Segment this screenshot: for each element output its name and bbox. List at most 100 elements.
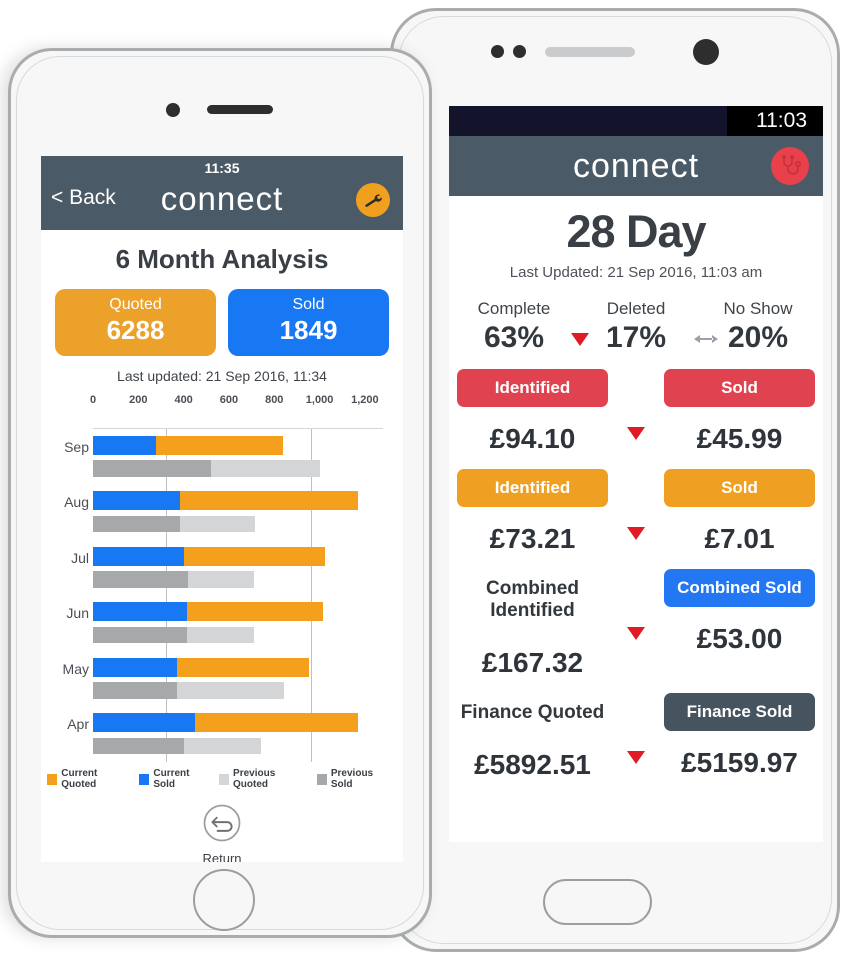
chart-legend: Current Quoted Current Sold Previous Quo… — [47, 768, 393, 790]
legend-swatch — [218, 773, 230, 785]
kpi-value: 6288 — [106, 315, 165, 345]
down-triangle-icon — [616, 569, 656, 640]
chart-x-tick: 200 — [129, 394, 148, 406]
chart-x-tick: 0 — [89, 394, 97, 406]
chart-bar-segment-current-sold — [93, 435, 157, 455]
left-app-logo: connect — [160, 180, 284, 217]
combined-identified-label: Combined Identified — [486, 578, 579, 621]
left-phone-speaker — [207, 105, 273, 114]
kpi-label: Sold — [292, 296, 325, 313]
chart-bar-previous — [93, 626, 383, 644]
chart-bar-current — [93, 435, 383, 455]
left-phone-device: 11:35 < Back connect 6 Month Analysis Qu… — [8, 48, 432, 938]
return-button-label: Return — [202, 851, 242, 862]
chart-x-axis-ticks: 0 200 400 600 800 1,000 1,200 — [89, 394, 383, 410]
sold-pill[interactable]: Sold — [664, 369, 815, 407]
left-phone-screen: 11:35 < Back connect 6 Month Analysis Qu… — [41, 156, 403, 862]
metric-left: Finance Quoted £5892.51 — [449, 693, 616, 781]
kpi-card-quoted[interactable]: Quoted 6288 — [55, 289, 216, 356]
left-phone-home-button[interactable] — [193, 869, 255, 931]
chart-bar-segment-current-quoted — [187, 602, 323, 622]
chart-x-tick: 800 — [265, 394, 284, 406]
chart-bar-segment-previous-sold — [93, 571, 189, 588]
metric-value: £73.21 — [489, 523, 576, 554]
down-triangle-icon — [616, 469, 656, 540]
legend-item-previous-quoted: Previous Quoted — [218, 768, 308, 790]
chart-bar-segment-current-sold — [93, 713, 195, 733]
metric-value: £45.99 — [696, 423, 783, 454]
chart-bar-previous — [93, 571, 383, 588]
right-last-updated: Last Updated: 21 Sep 2016, 11:03 am — [509, 264, 763, 281]
down-triangle-icon — [616, 693, 656, 764]
wrench-icon[interactable] — [356, 183, 390, 217]
metric-row: Combined Identified £167.32 Combined Sol… — [449, 569, 823, 679]
metric-right: Sold £45.99 — [656, 369, 823, 455]
chart-bar-segment-previous-sold — [93, 515, 181, 533]
legend-label: Current Sold — [153, 768, 190, 790]
finance-quoted-label: Finance Quoted — [460, 702, 605, 723]
right-page-title: 28 Day — [566, 206, 706, 257]
right-phone-screen: 11:03 connect 28 Day Last Updated: 21 Se… — [449, 106, 823, 842]
identified-pill[interactable]: Identified — [457, 369, 608, 407]
return-arrow-icon — [203, 804, 241, 842]
return-button[interactable]: Return — [41, 802, 403, 862]
chart-category-label: Jul — [71, 549, 89, 566]
six-month-analysis-chart: 0 200 400 600 800 1,000 1,200 Sep Aug Jul Jun May A… — [47, 394, 393, 790]
legend-item-current-quoted: Current Quoted — [47, 768, 130, 790]
metric-right: Sold £7.01 — [656, 469, 823, 555]
chart-bar-segment-current-quoted — [180, 491, 359, 511]
percentage-cell-complete: Complete 63% — [453, 299, 575, 355]
finance-sold-pill[interactable]: Finance Sold — [664, 693, 815, 731]
kpi-label: Quoted — [109, 296, 162, 313]
stethoscope-icon[interactable] — [771, 147, 809, 185]
down-triangle-icon — [571, 331, 589, 349]
chart-month-group: May — [63, 651, 383, 707]
right-status-bar: 11:03 — [449, 106, 823, 136]
legend-swatch — [47, 773, 58, 785]
legend-label: Previous Sold — [330, 768, 374, 790]
percentage-cell-no-show: No Show 20% — [694, 299, 819, 355]
metric-row: Finance Quoted £5892.51 Finance Sold £51… — [449, 693, 823, 781]
chart-x-tick: 600 — [219, 394, 239, 406]
chart-bar-current — [93, 657, 383, 677]
chart-bar-current — [93, 546, 383, 566]
chart-bar-segment-current-quoted — [176, 657, 310, 677]
right-nav-bar: connect — [449, 136, 823, 196]
chart-bar-segment-previous-quoted — [183, 737, 261, 755]
right-phone-speaker — [545, 47, 635, 57]
metric-value: £53.00 — [696, 623, 783, 654]
chart-bar-previous — [93, 682, 383, 699]
percentage-label: Deleted — [606, 299, 666, 318]
metric-value: £94.10 — [489, 423, 576, 454]
chart-bar-segment-current-sold — [93, 491, 181, 511]
chart-bar-segment-current-sold — [93, 657, 177, 677]
chart-month-group: Jul — [71, 540, 383, 596]
chart-bar-segment-current-quoted — [183, 546, 326, 566]
chart-category-label: May — [62, 660, 89, 677]
percentage-label: No Show — [723, 299, 793, 318]
chart-bar-segment-current-sold — [93, 602, 188, 622]
sold-pill[interactable]: Sold — [664, 469, 815, 507]
chart-category-label: Apr — [67, 716, 89, 733]
percentage-value: 17% — [605, 321, 667, 354]
right-phone-home-button[interactable] — [543, 879, 652, 925]
metric-left: Identified £94.10 — [449, 369, 616, 455]
right-phone-camera — [693, 39, 719, 65]
left-status-clock: 11:35 — [204, 160, 240, 176]
chart-x-tick: 1,000 — [305, 394, 334, 406]
metric-value: £5892.51 — [474, 749, 591, 780]
combined-sold-pill[interactable]: Combined Sold — [664, 569, 815, 607]
down-triangle-icon — [616, 369, 656, 440]
chart-bar-current — [93, 713, 383, 733]
chart-category-label: Sep — [64, 438, 89, 455]
legend-label: Previous Quoted — [233, 768, 276, 790]
left-last-updated: Last updated: 21 Sep 2016, 11:34 — [117, 368, 327, 384]
chart-bar-segment-current-sold — [93, 546, 184, 566]
chart-bar-current — [93, 491, 383, 511]
identified-pill[interactable]: Identified — [457, 469, 608, 507]
chart-month-group: Apr — [67, 707, 383, 763]
kpi-card-sold[interactable]: Sold 1849 — [228, 289, 389, 356]
metric-value: £167.32 — [481, 647, 584, 678]
percentage-value: 63% — [483, 321, 545, 354]
metric-value: £7.01 — [704, 523, 775, 554]
